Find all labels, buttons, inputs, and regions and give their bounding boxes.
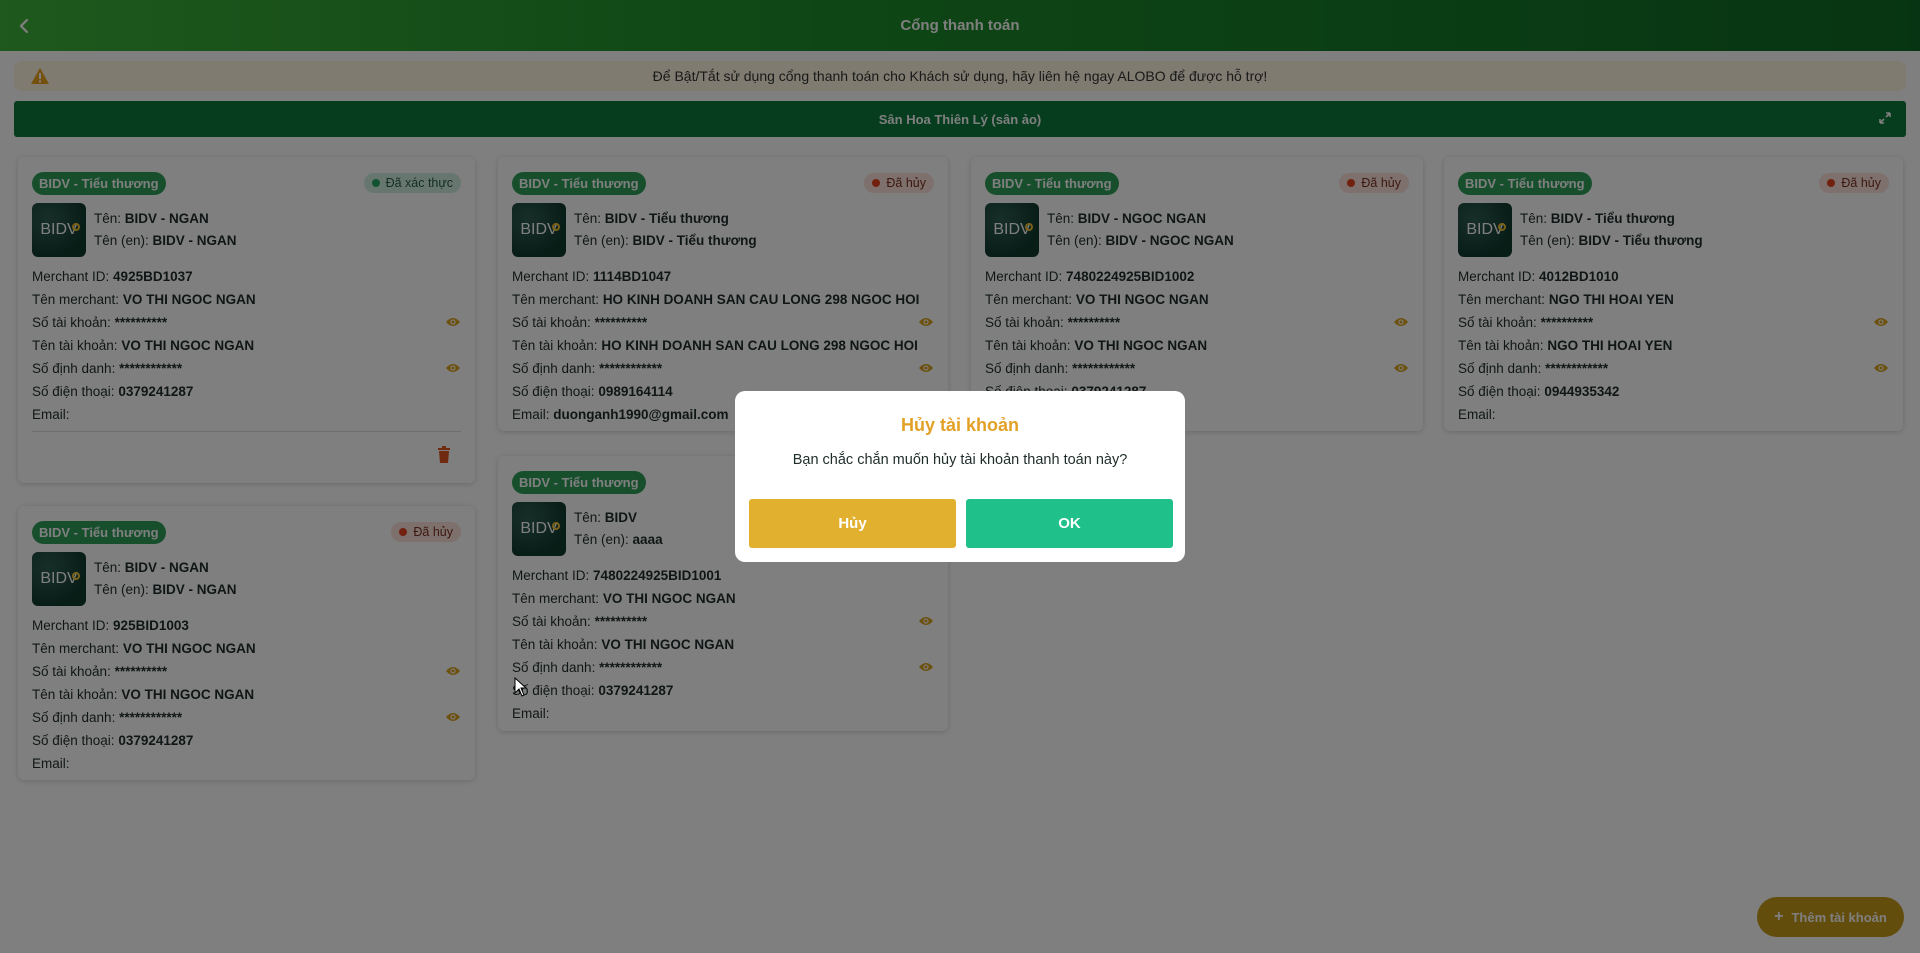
dialog-message: Bạn chắc chắn muốn hủy tài khoản thanh t… [792, 452, 1128, 468]
cancel-button[interactable]: Hủy [749, 499, 956, 548]
confirm-dialog: Hủy tài khoản Bạn chắc chắn muốn hủy tài… [735, 391, 1185, 562]
dialog-title: Hủy tài khoản [900, 415, 1020, 435]
mouse-cursor-icon [514, 677, 528, 697]
ok-button[interactable]: OK [966, 499, 1173, 548]
